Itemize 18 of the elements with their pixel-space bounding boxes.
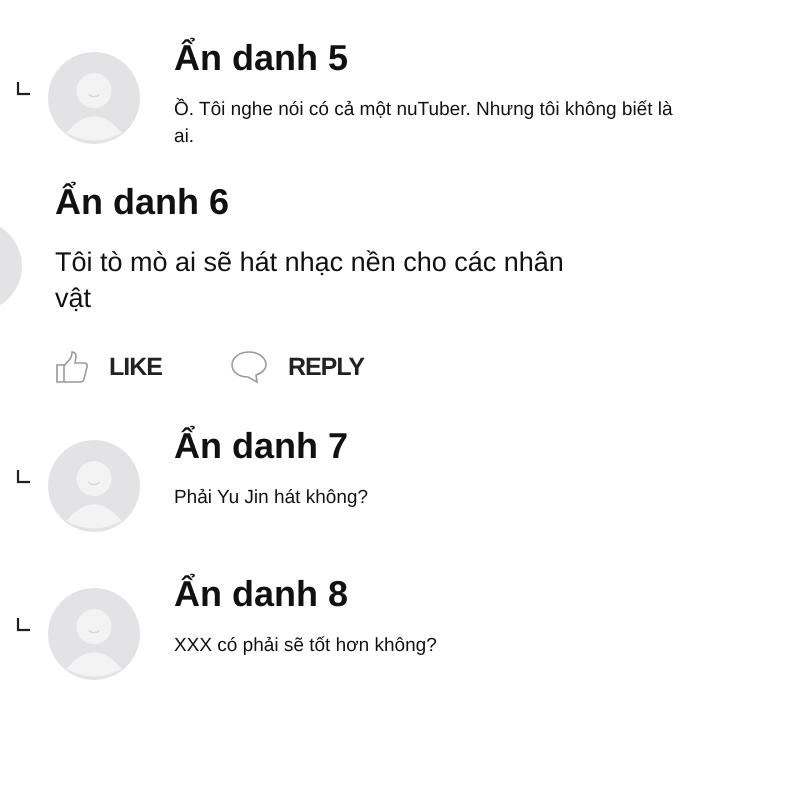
comment-text: XXX có phải sẽ tốt hơn không? <box>174 634 438 658</box>
author-name: Ẩn danh 6 <box>55 180 230 224</box>
avatar-icon <box>48 588 140 680</box>
reply-corner-icon <box>16 470 30 484</box>
comment-text: Tôi tò mò ai sẽ hát nhạc nền cho các nhân vật <box>55 246 565 315</box>
like-button[interactable]: LIKE <box>109 352 162 382</box>
reply-button[interactable]: REPLY <box>288 352 364 382</box>
comment-text: Ồ. Tôi nghe nói có cả một nuTuber. Nhưng tôi không biết là ai. <box>174 97 674 149</box>
reply-corner-icon <box>16 82 30 96</box>
avatar-icon <box>48 440 140 532</box>
speech-bubble-icon[interactable] <box>230 350 268 384</box>
comment-text: Phải Yu Jin hát không? <box>174 486 370 510</box>
author-name: Ẩn danh 8 <box>174 572 350 616</box>
author-name: Ẩn danh 7 <box>174 424 350 468</box>
avatar-icon <box>48 52 140 144</box>
author-name: Ẩn danh 5 <box>174 36 350 80</box>
thumbs-up-icon[interactable] <box>55 350 89 384</box>
reply-corner-icon <box>16 618 30 632</box>
